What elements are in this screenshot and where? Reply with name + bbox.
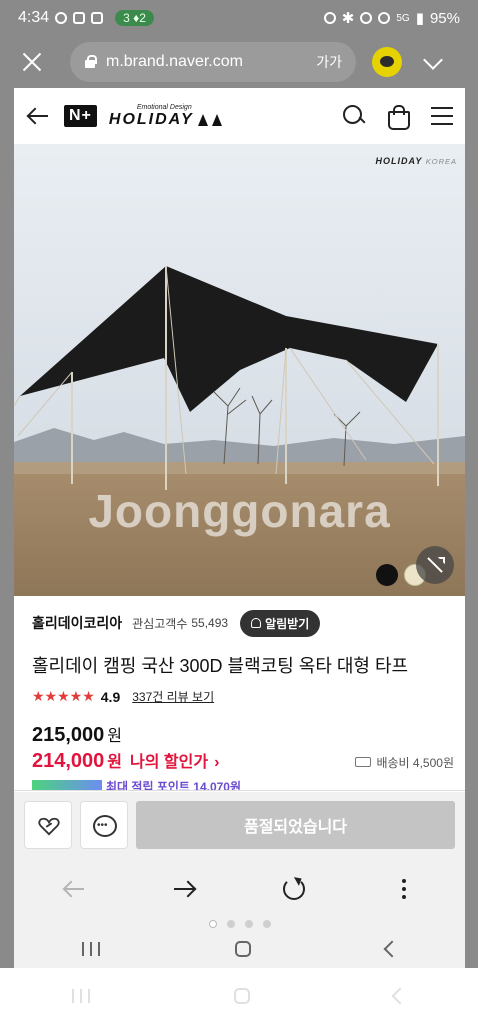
back-nav-icon[interactable] — [391, 987, 409, 1005]
tree-icon — [211, 113, 222, 126]
recents-icon[interactable] — [72, 989, 90, 1003]
notify-label: 알림받기 — [265, 616, 310, 631]
rating-value: 4.9 — [100, 688, 121, 705]
watermark: Joonggonara — [88, 485, 391, 537]
dimmed-overlay-left — [0, 88, 14, 968]
chat-icon — [93, 815, 117, 837]
point-badge — [32, 780, 102, 790]
currency-label: 원 — [107, 728, 123, 745]
divider — [14, 790, 465, 791]
shopping-bag-icon[interactable] — [387, 105, 410, 130]
home-icon[interactable] — [234, 988, 250, 1004]
notify-button[interactable]: 알림받기 — [240, 609, 321, 637]
page-indicator — [14, 920, 465, 930]
original-price: 215,000 — [32, 724, 105, 746]
product-title: 홀리데이 캠핑 국산 300D 블랙코팅 옥타 대형 타프 — [32, 656, 409, 676]
store-name[interactable]: 홀리데이코리아 — [32, 613, 122, 633]
brand-logo[interactable]: Emotional Design HOLIDAY — [109, 104, 222, 129]
url-bar[interactable]: m.brand.naver.com 가가 — [70, 42, 356, 82]
smile-icon — [91, 12, 104, 24]
star-rating-icon: ★★★★★ — [32, 688, 95, 704]
status-bar: 4:34 3 ♦2 ✱ 5G ▮ 95% — [0, 0, 478, 36]
dimmed-overlay-right — [465, 88, 478, 968]
brand-tagline: Emotional Design — [136, 103, 192, 111]
network-label: 5G — [396, 12, 410, 24]
follow-label: 관심고객수 — [132, 616, 188, 631]
smile-icon — [73, 12, 86, 24]
menu-icon[interactable] — [431, 107, 453, 125]
heart-icon — [38, 817, 60, 836]
site-header: N+ Emotional Design HOLIDAY — [14, 88, 465, 144]
my-discount-link[interactable]: 나의 할인가 — [130, 748, 208, 772]
sale-currency-label: 원 — [107, 754, 123, 771]
sale-price: 214,000 — [32, 750, 105, 772]
notification-pill: 3 ♦2 — [115, 10, 154, 26]
bell-icon — [251, 618, 262, 628]
brand-name: HOLIDAY — [109, 111, 222, 129]
browser-bar: m.brand.naver.com 가가 — [0, 36, 478, 88]
bluetooth-icon: ✱ — [341, 10, 355, 27]
more-vertical-icon[interactable] — [390, 875, 418, 903]
recents-icon[interactable] — [81, 942, 100, 956]
truck-icon — [355, 757, 372, 767]
page-dot — [244, 920, 253, 928]
sale-price-row: 214,000 원 나의 할인가 › 배송비 4,500원 — [32, 748, 454, 773]
color-option-black[interactable] — [376, 564, 398, 586]
shipping-fee: 배송비 4,500원 — [376, 755, 454, 770]
battery-label: 95% — [429, 9, 460, 27]
follow-count: 55,493 — [191, 616, 229, 630]
chevron-down-icon[interactable] — [424, 53, 442, 71]
soldout-button[interactable]: 품절되었습니다 — [136, 801, 455, 849]
home-icon[interactable] — [234, 941, 251, 957]
back-nav-icon[interactable] — [383, 940, 400, 958]
wifi-icon — [378, 12, 391, 24]
talk-button[interactable] — [80, 801, 128, 849]
lock-icon — [84, 55, 97, 69]
back-icon[interactable] — [61, 875, 89, 903]
chevron-right-icon[interactable]: › — [214, 754, 219, 772]
store-row: 홀리데이코리아 관심고객수 55,493 알림받기 — [32, 609, 452, 637]
product-image[interactable]: HOLIDAY KOREA Joonggonara — [14, 144, 465, 596]
search-icon[interactable] — [343, 105, 365, 127]
hero-logo-suffix: KOREA — [425, 157, 457, 166]
browser-nav-bar — [14, 858, 465, 920]
inner-nav-bar — [14, 930, 465, 968]
fan-icon — [55, 12, 68, 24]
tree-icon — [197, 113, 208, 126]
back-arrow-icon[interactable] — [26, 103, 52, 129]
original-price-row: 215,000 원 — [32, 722, 122, 747]
hero-logo-text: HOLIDAY — [375, 156, 423, 166]
expand-icon[interactable] — [416, 546, 454, 584]
rating-row: ★★★★★ 4.9 337건 리뷰 보기 — [32, 688, 214, 705]
page-dot — [226, 920, 235, 928]
forward-icon[interactable] — [171, 875, 199, 903]
page-dot — [208, 920, 217, 928]
close-icon[interactable] — [14, 44, 50, 80]
status-time: 4:34 — [18, 9, 50, 26]
brand-name-text: HOLIDAY — [108, 110, 194, 128]
nplus-logo[interactable]: N+ — [64, 105, 97, 127]
system-nav-bar — [0, 968, 478, 1024]
page-dot — [262, 920, 271, 928]
purchase-action-bar: 품절되었습니다 — [14, 792, 465, 858]
location-icon — [360, 12, 373, 24]
shipping-info: 배송비 4,500원 — [355, 754, 454, 771]
alarm-icon — [323, 12, 336, 24]
kakao-talk-icon[interactable] — [372, 47, 402, 77]
refresh-icon[interactable] — [280, 875, 308, 903]
signal-icon: ▮ — [415, 10, 424, 27]
hero-brand-logo: HOLIDAY KOREA — [376, 156, 457, 166]
text-size-button[interactable]: 가가 — [316, 52, 342, 72]
point-strip: 최대 적립 포인트 14,070원 — [32, 780, 302, 790]
point-text: 최대 적립 포인트 14,070원 — [106, 780, 242, 790]
wishlist-button[interactable] — [24, 801, 72, 849]
review-link[interactable]: 337건 리뷰 보기 — [132, 688, 214, 705]
page-screen: N+ Emotional Design HOLIDAY HOLIDAY KORE… — [14, 88, 465, 968]
header-icons — [343, 105, 453, 130]
url-text: m.brand.naver.com — [106, 53, 243, 70]
